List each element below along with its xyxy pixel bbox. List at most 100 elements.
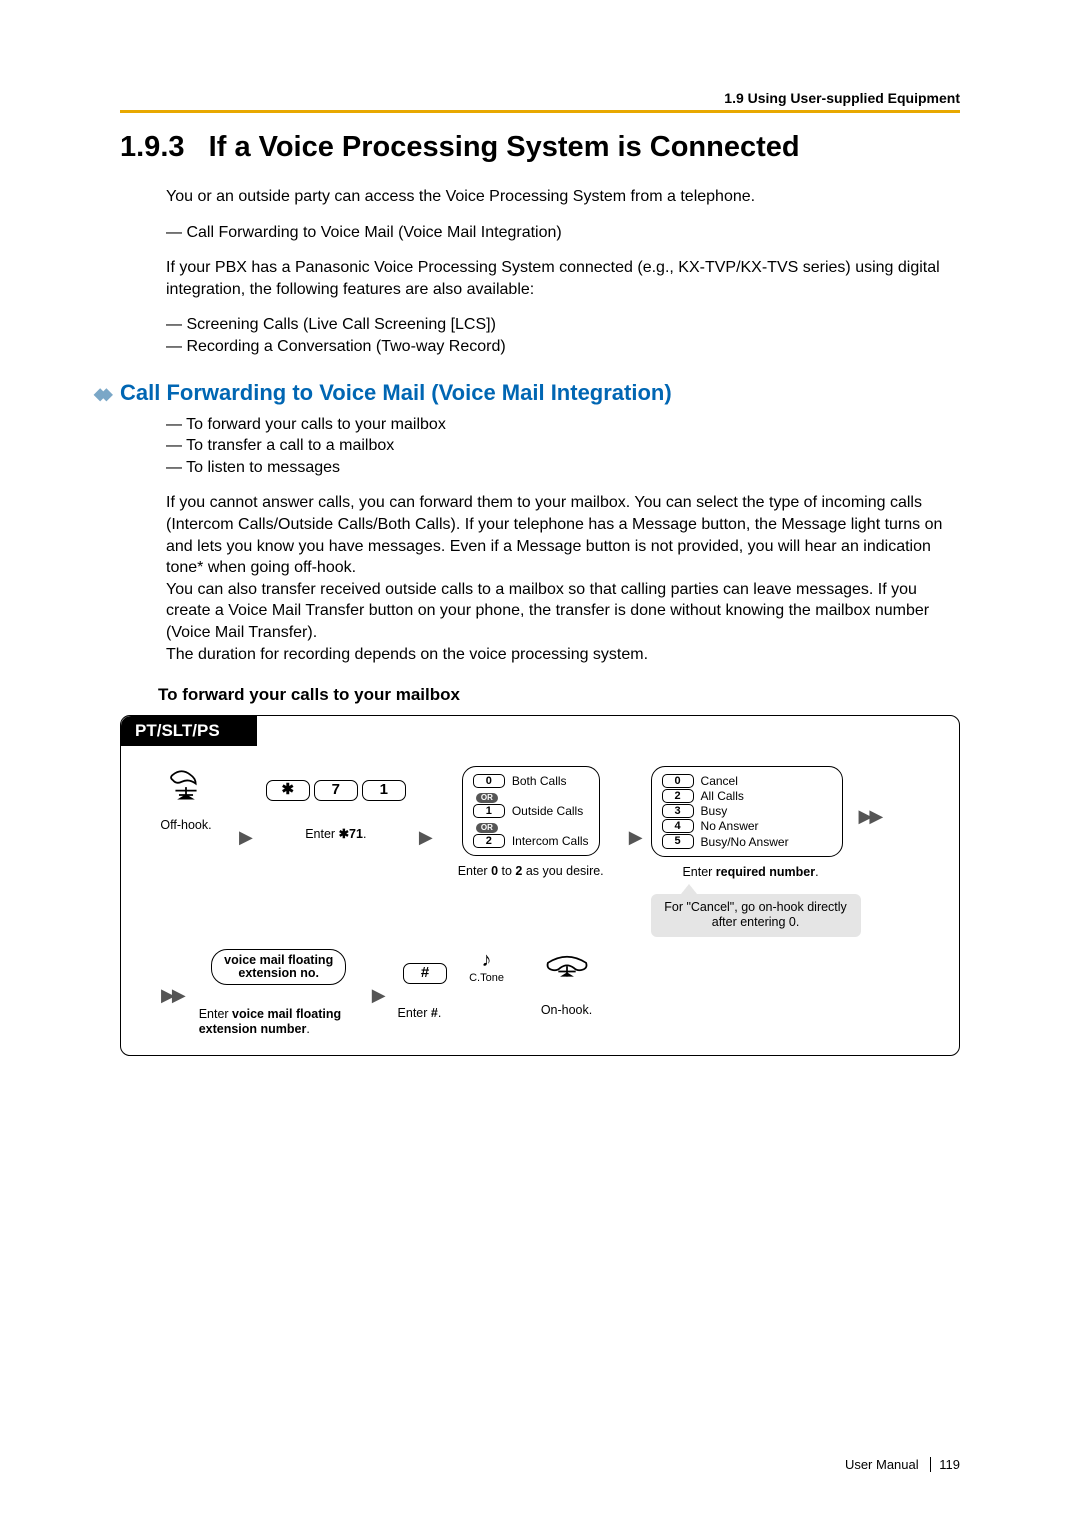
step-caption: Enter ✱71. [305, 827, 366, 842]
option-group: 0 Cancel 2 All Calls 3Busy 4 No Answer 5 Bus… [651, 766, 843, 856]
option-row: 1 Outside Calls [473, 804, 589, 818]
intro-list2: Screening Calls (Live Call Screening [LC… [166, 314, 960, 357]
step-vm-extension: voice mail floating extension no. Enter … [194, 949, 364, 1037]
cap-bold: 0 [491, 864, 498, 878]
cap-text: as you desire. [522, 864, 603, 878]
option-label: Busy/No Answer [701, 835, 789, 849]
keycap-3: 3 [662, 804, 694, 818]
flowchart: PT/SLT/PS Off-hook. ▶ ✱ 7 1 [120, 715, 960, 1056]
cap-text: to [498, 864, 515, 878]
body-p3: The duration for recording depends on th… [166, 644, 960, 666]
cap-text: Enter [398, 1006, 431, 1020]
title-text: If a Voice Processing System is Connecte… [209, 131, 800, 163]
step-hash: # ♪ C.Tone Enter #. [394, 949, 514, 1021]
double-arrow-icon: ▶ [161, 985, 186, 1006]
subsection-title: ◆◆ Call Forwarding to Voice Mail (Voice … [120, 380, 960, 406]
keycap-2: 2 [662, 789, 694, 803]
cap-text: Enter [682, 865, 715, 879]
footer: User Manual 119 [845, 1457, 960, 1472]
footer-divider [930, 1457, 931, 1472]
cap-bold: required number [716, 865, 815, 879]
body-p1: If you cannot answer calls, you can forw… [166, 492, 960, 578]
intro-p2: If your PBX has a Panasonic Voice Proces… [166, 257, 960, 300]
section-header: 1.9 Using User-supplied Equipment [120, 90, 960, 106]
option-label: Cancel [701, 774, 738, 788]
list-item: To transfer a call to a mailbox [166, 435, 960, 457]
option-row: 0 Cancel [662, 774, 832, 788]
arrow-icon: ▶ [372, 985, 386, 1006]
procedure-title: To forward your calls to your mailbox [158, 685, 960, 705]
intro-list1: Call Forwarding to Voice Mail (Voice Mai… [166, 222, 960, 244]
cap-bold: # [431, 1006, 438, 1020]
or-pill: OR [476, 793, 498, 803]
cap-text: Enter [305, 827, 338, 841]
subsection-title-text: Call Forwarding to Voice Mail (Voice Mai… [120, 380, 672, 405]
step-required-number: 0 Cancel 2 All Calls 3Busy 4 No Answer 5 Bus… [651, 766, 851, 937]
footer-label: User Manual [845, 1457, 919, 1472]
cap-text: Enter [458, 864, 491, 878]
option-row: 2 Intercom Calls [473, 834, 589, 848]
flow-row-2: ▶ voice mail floating extension no. Ente… [121, 937, 959, 1037]
option-row: 4 No Answer [662, 819, 832, 833]
keycap-7: 7 [314, 780, 358, 801]
option-label: Both Calls [512, 774, 567, 788]
option-row: 2 All Calls [662, 789, 832, 803]
step-star71: ✱ 7 1 Enter ✱71. [261, 766, 411, 842]
page-title: 1.9.3 If a Voice Processing System is Co… [120, 131, 960, 164]
keycap-5: 5 [662, 834, 694, 848]
ctone-label: C.Tone [469, 972, 504, 984]
oval-line1: voice mail floating [224, 954, 333, 967]
header-rule [120, 110, 960, 113]
double-arrow-icon: ▶ [859, 806, 884, 827]
page-number: 119 [939, 1457, 960, 1472]
page: 1.9 Using User-supplied Equipment 1.9.3 … [0, 0, 1080, 1528]
cap-bold: ✱71 [339, 827, 363, 841]
option-label: All Calls [701, 789, 744, 803]
list-item: Call Forwarding to Voice Mail (Voice Mai… [166, 222, 960, 244]
keycap-1: 1 [362, 780, 406, 801]
offhook-icon [164, 766, 208, 810]
key-row: ✱ 7 1 [266, 780, 406, 801]
option-group: 0 Both Calls OR 1 Outside Calls OR 2 Int… [462, 766, 600, 856]
cap-text: Enter [199, 1007, 232, 1021]
music-note-icon: ♪ [482, 949, 492, 972]
keycap-hash: # [403, 963, 447, 984]
keycap-1: 1 [473, 804, 505, 818]
option-label: Outside Calls [512, 804, 583, 818]
or-pill: OR [476, 823, 498, 833]
keycap-4: 4 [662, 819, 694, 833]
option-label: No Answer [701, 819, 759, 833]
step-caption: Enter #. [398, 1006, 442, 1021]
keycap-0: 0 [662, 774, 694, 788]
arrow-icon: ▶ [629, 827, 643, 848]
option-row: 3Busy [662, 804, 832, 818]
title-number: 1.9.3 [120, 131, 185, 163]
cap-text: . [306, 1022, 309, 1036]
arrow-icon: ▶ [419, 827, 433, 848]
subsection-block: To forward your calls to your mailbox To… [166, 414, 960, 666]
intro-p1: You or an outside party can access the V… [166, 186, 960, 208]
oval-input-icon: voice mail floating extension no. [211, 949, 346, 985]
cap-text: . [438, 1006, 441, 1020]
arrow-icon: ▶ [239, 827, 253, 848]
option-row: 5 Busy/No Answer [662, 834, 832, 848]
step-offhook: Off-hook. [141, 766, 231, 833]
flowchart-tab: PT/SLT/PS [121, 716, 257, 746]
onhook-icon [541, 949, 593, 987]
step-caption: Enter 0 to 2 as you desire. [458, 864, 604, 879]
sub-list: To forward your calls to your mailbox To… [166, 414, 960, 479]
keycap-2: 2 [473, 834, 505, 848]
callout-note: For "Cancel", go on-hook directly after … [651, 894, 861, 937]
list-item: Recording a Conversation (Two-way Record… [166, 336, 960, 358]
step-caption: On-hook. [541, 1003, 592, 1018]
cap-text: . [363, 827, 366, 841]
diamond-bullet-icon: ◆◆ [94, 384, 107, 404]
step-onhook: On-hook. [522, 949, 612, 1018]
list-item: Screening Calls (Live Call Screening [LC… [166, 314, 960, 336]
step-caption: Enter required number. [682, 865, 818, 880]
option-label: Intercom Calls [512, 834, 589, 848]
cap-text: . [815, 865, 818, 879]
step-caption: Off-hook. [160, 818, 211, 833]
keycap-0: 0 [473, 774, 505, 788]
list-item: To forward your calls to your mailbox [166, 414, 960, 436]
